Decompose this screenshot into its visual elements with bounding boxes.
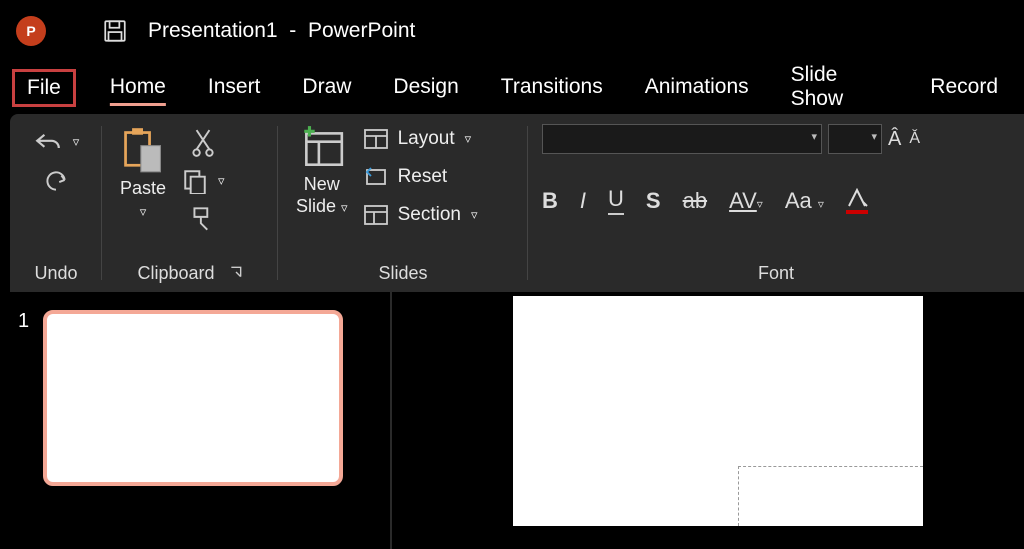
new-slide-icon [298,126,346,170]
slide-canvas[interactable] [513,296,923,526]
group-font-label: Font [542,259,1010,284]
group-undo: ▿ Undo [10,114,102,292]
tab-design[interactable]: Design [385,69,466,107]
undo-button[interactable]: ▿ [33,130,80,154]
title-bar: P Presentation1 - PowerPoint [0,0,1024,62]
slide-number: 1 [18,310,29,333]
bold-button[interactable]: B [542,188,558,214]
reset-icon [364,167,388,187]
underline-button[interactable]: U [608,186,624,215]
group-font: ▾ ▾ Â Ǎ B I U S ab AV▿ Aa ▿ [528,114,1024,292]
group-undo-label: Undo [24,259,88,284]
cut-button[interactable] [190,128,216,158]
change-case-button[interactable]: Aa ▿ [785,188,824,214]
group-clipboard: Paste ▿ ▿ Clipboard [102,114,278,292]
increase-font-button[interactable]: Â [888,128,901,151]
reset-button[interactable]: Reset [364,166,448,188]
font-color-icon [846,188,868,208]
layout-button[interactable]: Layout▿ [364,128,472,150]
slide-editor [392,292,1024,549]
paste-button[interactable]: Paste ▿ [116,124,170,222]
font-color-button[interactable] [846,188,868,214]
copy-button[interactable]: ▿ [182,168,225,194]
group-slides: NewSlide ▿ Layout▿ Reset Section▿ Slides [278,114,528,292]
section-button[interactable]: Section▿ [364,204,478,226]
group-slides-label: Slides [292,259,514,284]
tab-transitions[interactable]: Transitions [493,69,611,107]
char-spacing-button[interactable]: AV▿ [729,188,763,214]
slide-thumbnail-panel: 1 [0,292,390,549]
strikethrough-button[interactable]: ab [683,188,707,214]
tab-home[interactable]: Home [102,69,174,107]
tab-insert[interactable]: Insert [200,69,269,107]
text-shadow-button[interactable]: S [646,188,661,214]
layout-icon [364,129,388,149]
app-name: PowerPoint [308,19,415,42]
group-clipboard-label: Clipboard [137,259,214,284]
font-family-combo[interactable]: ▾ [542,124,822,154]
slide-thumbnail-1[interactable] [43,310,343,486]
italic-button[interactable]: I [580,188,586,214]
tab-draw[interactable]: Draw [294,69,359,107]
font-size-combo[interactable]: ▾ [828,124,882,154]
powerpoint-app-icon: P [16,16,46,46]
decrease-font-button[interactable]: Ǎ [909,130,920,148]
new-slide-button[interactable]: NewSlide ▿ [292,124,352,219]
tab-file[interactable]: File [12,69,76,107]
workspace: 1 [0,292,1024,549]
document-name: Presentation1 [148,19,278,42]
window-title: Presentation1 - PowerPoint [148,19,415,43]
ribbon-tabs: File Home Insert Draw Design Transitions… [0,62,1024,114]
tab-animations[interactable]: Animations [637,69,757,107]
section-icon [364,205,388,225]
content-placeholder[interactable] [738,466,923,526]
paste-icon [121,126,165,174]
tab-slideshow[interactable]: Slide Show [783,57,897,119]
save-icon[interactable] [102,18,128,44]
redo-button[interactable] [43,168,69,194]
ribbon: ▿ Undo Paste ▿ [10,114,1024,292]
format-painter-button[interactable] [190,204,216,234]
clipboard-launcher-icon[interactable] [229,265,243,279]
tab-record[interactable]: Record [922,69,1006,107]
